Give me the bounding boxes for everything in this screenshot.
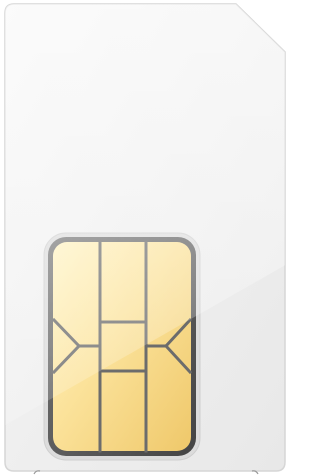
sim-card-graphic — [4, 3, 286, 475]
sim-card-illustration — [0, 0, 289, 475]
sim-card — [0, 0, 289, 475]
